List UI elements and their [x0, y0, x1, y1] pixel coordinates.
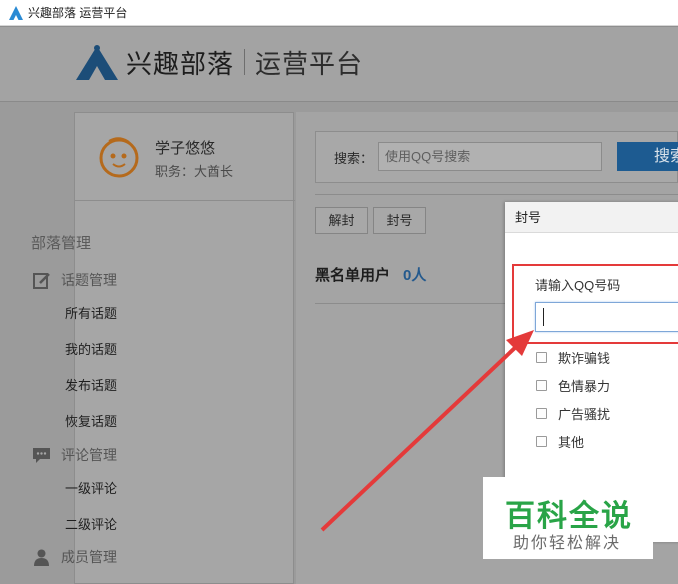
- nav-item-restore-topics[interactable]: 恢复话题: [65, 411, 117, 430]
- divider: [315, 194, 678, 195]
- checkbox[interactable]: [536, 408, 547, 419]
- nav-group-label: 话题管理: [61, 272, 117, 288]
- option-label: 欺诈骗钱: [558, 351, 611, 366]
- reason-option-spam[interactable]: 广告骚扰: [536, 404, 610, 423]
- nav-item-publish-topic[interactable]: 发布话题: [65, 375, 117, 394]
- window-title: 兴趣部落 运营平台: [28, 6, 128, 20]
- window-titlebar: 兴趣部落 运营平台: [0, 0, 678, 26]
- blacklist-label: 黑名单用户: [315, 267, 391, 284]
- avatar[interactable]: [95, 133, 143, 181]
- comment-icon: [33, 447, 50, 463]
- checkbox[interactable]: [536, 436, 547, 447]
- nav-section-tribe-management: 部落管理: [31, 235, 92, 252]
- nav-item-level2-comments[interactable]: 二级评论: [65, 514, 117, 533]
- site-logo[interactable]: 兴趣部落 运营平台: [74, 42, 363, 82]
- nav-group-label: 成员管理: [61, 549, 117, 565]
- annotation-highlight-box: [512, 264, 678, 344]
- reason-option-fraud[interactable]: 欺诈骗钱: [536, 348, 610, 367]
- ban-button[interactable]: 封号: [373, 207, 426, 234]
- search-button[interactable]: 搜索: [617, 142, 678, 171]
- dialog-title: 封号: [505, 202, 678, 233]
- checkbox[interactable]: [536, 380, 547, 391]
- tribe-logo-icon: [9, 5, 23, 20]
- checkbox[interactable]: [536, 352, 547, 363]
- reason-option-other[interactable]: 其他: [536, 432, 584, 451]
- user-name: 学子悠悠: [155, 140, 216, 157]
- watermark-subtitle: 助你轻松解决: [513, 535, 622, 552]
- user-role: 职务：大酋长: [155, 164, 234, 179]
- watermark-badge: 百科全说 助你轻松解决: [483, 477, 653, 559]
- nav-group-label: 评论管理: [61, 447, 117, 463]
- nav-group-comment-management[interactable]: 评论管理: [32, 445, 117, 465]
- edit-icon: [33, 272, 50, 289]
- nav-item-all-topics[interactable]: 所有话题: [65, 303, 117, 322]
- user-icon: [34, 549, 49, 566]
- tribe-logo-icon: [76, 45, 118, 80]
- option-label: 色情暴力: [558, 379, 611, 394]
- reason-option-porn-violence[interactable]: 色情暴力: [536, 376, 610, 395]
- nav-item-my-topics[interactable]: 我的话题: [65, 339, 117, 358]
- blacklist-count: 0人: [403, 267, 427, 284]
- option-label: 其他: [558, 435, 585, 450]
- nav-group-topic-management[interactable]: 话题管理: [32, 270, 117, 290]
- platform-name: 运营平台: [255, 48, 364, 79]
- search-input[interactable]: 使用QQ号搜索: [378, 142, 602, 171]
- search-label: 搜索：: [334, 151, 374, 166]
- option-label: 广告骚扰: [558, 407, 611, 422]
- nav-item-level1-comments[interactable]: 一级评论: [65, 478, 117, 497]
- profile-card: 学子悠悠 职务：大酋长: [75, 113, 295, 201]
- nav-group-member-management[interactable]: 成员管理: [32, 547, 117, 567]
- unban-button[interactable]: 解封: [315, 207, 368, 234]
- brand-name: 兴趣部落: [126, 48, 235, 79]
- brand-divider: [244, 49, 246, 75]
